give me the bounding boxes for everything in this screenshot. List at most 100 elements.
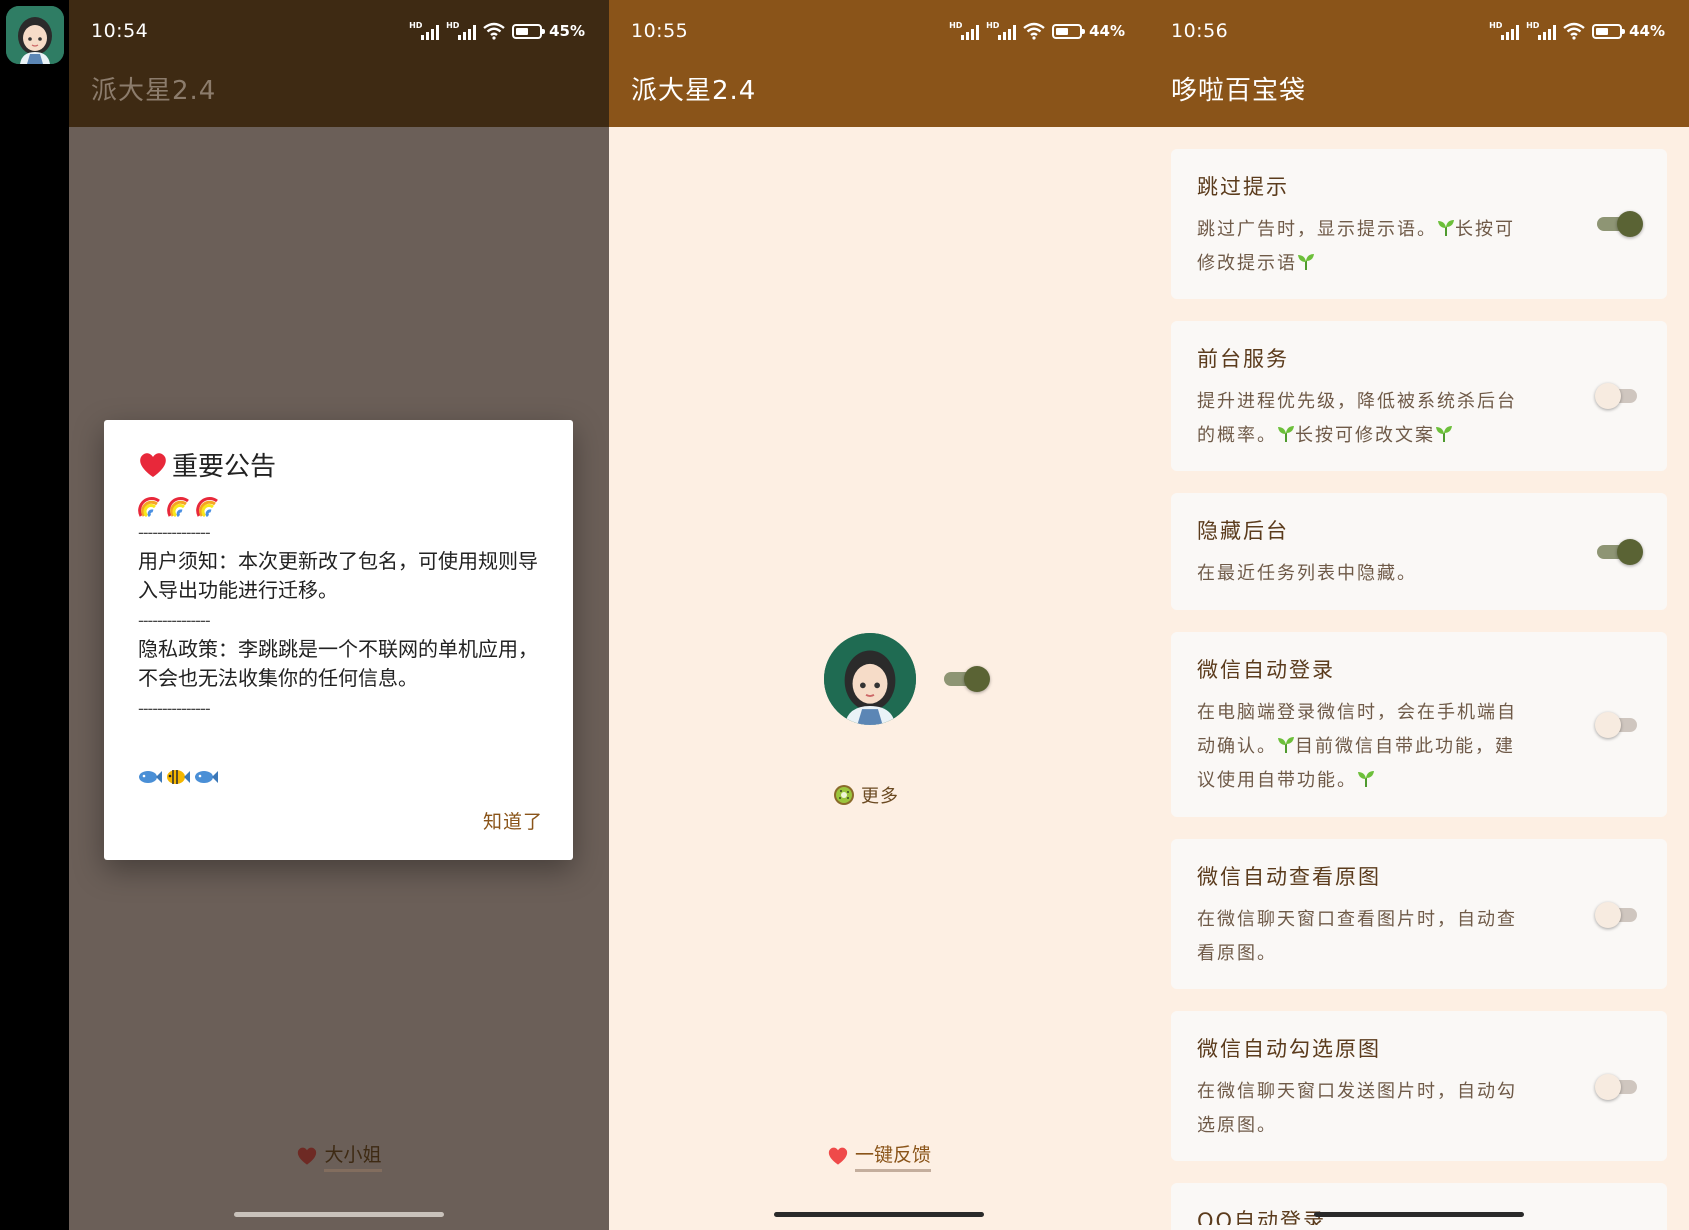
feedback-label: 一键反馈 — [854, 1140, 931, 1172]
dialog-ok-button[interactable]: 知道了 — [483, 807, 543, 834]
sprout-icon — [1298, 254, 1314, 270]
screen-toolbox: 10:56 HD HD 44% 哆啦百宝袋 跳过提示 跳过广告时，显示提示语。长… — [1149, 0, 1689, 1230]
battery-percent: 44% — [1089, 22, 1125, 40]
setting-title: 隐藏后台 — [1197, 519, 1289, 543]
status-time: 10:56 — [1171, 20, 1229, 42]
bottom-link[interactable]: 大小姐 — [69, 1140, 609, 1172]
fish-icon — [139, 771, 162, 783]
more-button[interactable]: 更多 — [833, 782, 899, 808]
setting-title: 微信自动查看原图 — [1197, 865, 1381, 889]
launcher-strip — [0, 0, 69, 1230]
privacy-policy-text: 隐私政策：李跳跳是一个不联网的单机应用，不会也无法收集你的任何信息。 — [138, 637, 538, 690]
setting-title: 前台服务 — [1197, 347, 1289, 371]
status-bar: 10:56 HD HD 44% — [1149, 18, 1689, 50]
setting-title: 跳过提示 — [1197, 175, 1289, 199]
setting-description: 在电脑端登录微信时，会在手机端自 动确认。 目前微信自带此功能，建 议使用自带功能… — [1197, 702, 1517, 791]
home-indicator[interactable] — [774, 1212, 984, 1217]
app-bar: 10:55 HD HD 44% 派大星2.4 — [609, 0, 1149, 127]
heart-icon — [298, 1147, 317, 1165]
bottom-link-label: 大小姐 — [324, 1140, 382, 1172]
rainbow-icon — [138, 497, 160, 517]
kiwi-icon — [834, 785, 854, 805]
wechat-select-original-toggle[interactable] — [1595, 1073, 1641, 1100]
app-icon[interactable] — [6, 6, 64, 64]
status-icons: HD HD 44% — [1489, 21, 1665, 41]
fish-icon — [195, 771, 218, 783]
divider-dashes: --------------- — [138, 611, 211, 630]
screen-announcement: 10:54 HD HD 45% 派大星2.4 重要公告 ------------… — [69, 0, 609, 1230]
battery-icon — [1592, 23, 1626, 39]
skip-hint-toggle[interactable] — [1597, 210, 1643, 237]
foreground-service-toggle[interactable] — [1595, 382, 1641, 409]
sprout-icon — [1438, 220, 1454, 236]
setting-foreground-service[interactable]: 前台服务 提升进程优先级，降低被系统杀后台 的概率。 长按可修改文案 — [1171, 321, 1667, 471]
status-bar: 10:54 HD HD 45% — [69, 18, 609, 50]
setting-description: 提升进程优先级，降低被系统杀后台 的概率。 长按可修改文案 — [1197, 391, 1517, 446]
user-notice-text: 用户须知：本次更新改了包名，可使用规则导入导出功能进行迁移。 — [138, 549, 538, 602]
battery-icon — [1052, 23, 1086, 39]
status-icons: HD HD 45% — [409, 21, 585, 41]
avatar[interactable] — [824, 633, 916, 725]
app-title: 派大星2.4 — [631, 76, 757, 106]
battery-percent: 45% — [549, 22, 585, 40]
girl-avatar-icon — [824, 633, 916, 725]
app-bar: 10:56 HD HD 44% 哆啦百宝袋 — [1149, 0, 1689, 127]
wifi-icon — [1563, 22, 1585, 40]
setting-title: QQ自动登录 — [1197, 1209, 1327, 1225]
sprout-icon — [1278, 426, 1294, 442]
setting-skip-hint[interactable]: 跳过提示 跳过广告时，显示提示语。 长按可 修改提示语 — [1171, 149, 1667, 299]
wifi-icon — [483, 22, 505, 40]
status-time: 10:54 — [91, 20, 149, 42]
setting-title: 微信自动登录 — [1197, 658, 1335, 682]
tropical-fish-icon — [167, 770, 190, 784]
battery-icon — [512, 23, 546, 39]
app-title: 派大星2.4 — [91, 76, 217, 106]
rainbow-icon — [167, 497, 189, 517]
setting-title: 微信自动勾选原图 — [1197, 1037, 1381, 1061]
status-bar: 10:55 HD HD 44% — [609, 18, 1149, 50]
sprout-icon — [1278, 737, 1294, 753]
status-icons: HD HD 44% — [949, 21, 1125, 41]
wechat-view-original-toggle[interactable] — [1595, 901, 1641, 928]
app-bar: 10:54 HD HD 45% 派大星2.4 — [69, 0, 609, 127]
signal-icon: HD — [1489, 21, 1520, 40]
dialog-title-text: 重要公告 — [172, 452, 277, 482]
wifi-icon — [1023, 22, 1045, 40]
signal-icon: HD — [446, 21, 477, 40]
screen-home: 10:55 HD HD 44% 派大星2.4 更多 一键反馈 — [609, 0, 1149, 1230]
more-label: 更多 — [861, 786, 899, 807]
setting-description: 跳过广告时，显示提示语。 长按可 修改提示语 — [1197, 219, 1515, 274]
home-indicator[interactable] — [1314, 1212, 1524, 1217]
setting-hide-background[interactable]: 隐藏后台 在最近任务列表中隐藏。 — [1171, 493, 1667, 610]
setting-wechat-select-original[interactable]: 微信自动勾选原图 在微信聊天窗口发送图片时，自动勾 选原图。 — [1171, 1011, 1667, 1161]
home-indicator[interactable] — [234, 1212, 444, 1217]
divider-dashes: --------------- — [138, 699, 211, 718]
setting-description: 在微信聊天窗口发送图片时，自动勾 选原图。 — [1197, 1081, 1517, 1136]
setting-wechat-auto-login[interactable]: 微信自动登录 在电脑端登录微信时，会在手机端自 动确认。 目前微信自带此功能，建 … — [1171, 632, 1667, 817]
fish-row — [138, 769, 539, 785]
announcement-dialog: 重要公告 --------------- 用户须知：本次更新改了包名，可使用规则… — [104, 420, 573, 860]
girl-avatar-icon — [6, 6, 64, 64]
rainbow-row — [138, 495, 539, 517]
signal-icon: HD — [409, 21, 440, 40]
setting-description: 在最近任务列表中隐藏。 — [1197, 563, 1417, 584]
feedback-link[interactable]: 一键反馈 — [609, 1140, 1149, 1172]
signal-icon: HD — [986, 21, 1017, 40]
sprout-icon — [1436, 426, 1452, 442]
status-time: 10:55 — [631, 20, 689, 42]
divider-dashes: --------------- — [138, 523, 211, 542]
setting-qq-auto-login[interactable]: QQ自动登录 — [1171, 1183, 1667, 1230]
main-service-toggle[interactable] — [944, 665, 990, 692]
heart-icon — [828, 1147, 848, 1165]
dialog-title: 重要公告 — [138, 446, 539, 483]
hide-background-toggle[interactable] — [1597, 538, 1643, 565]
heart-icon — [140, 452, 166, 477]
rainbow-icon — [196, 497, 218, 517]
wechat-auto-login-toggle[interactable] — [1595, 711, 1641, 738]
signal-icon: HD — [949, 21, 980, 40]
signal-icon: HD — [1526, 21, 1557, 40]
sprout-icon — [1358, 771, 1374, 787]
setting-wechat-view-original[interactable]: 微信自动查看原图 在微信聊天窗口查看图片时，自动查 看原图。 — [1171, 839, 1667, 989]
app-title: 哆啦百宝袋 — [1171, 76, 1307, 106]
battery-percent: 44% — [1629, 22, 1665, 40]
